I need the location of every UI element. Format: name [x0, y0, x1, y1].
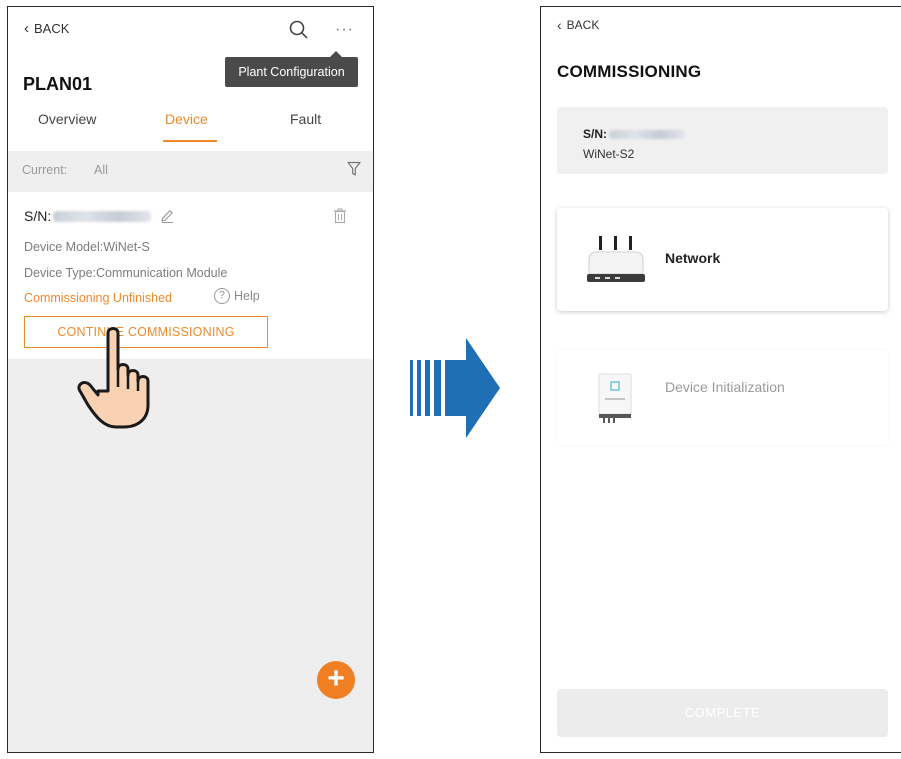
plant-configuration-tooltip[interactable]: Plant Configuration	[225, 51, 358, 87]
chevron-left-icon: ‹	[557, 17, 562, 33]
help-label: Help	[234, 289, 260, 303]
more-icon[interactable]: ···	[335, 21, 354, 39]
back-label: BACK	[34, 21, 70, 36]
back-label: BACK	[566, 18, 600, 32]
network-option-label: Network	[665, 250, 721, 266]
serial-label: S/N:	[24, 208, 52, 224]
serial-number-redacted	[609, 129, 685, 139]
serial-number-redacted	[53, 210, 152, 222]
complete-button[interactable]: COMPLETE	[557, 689, 888, 737]
arrow-right-icon	[410, 338, 500, 438]
add-device-button[interactable]: +	[317, 661, 355, 699]
network-option[interactable]: Network	[557, 208, 888, 311]
page-title: PLAN01	[23, 74, 93, 94]
device-initialization-label: Device Initialization	[665, 379, 785, 395]
filter-current-value: All	[94, 163, 108, 177]
page-title: COMMISSIONING	[557, 62, 702, 81]
left-phone-screen: ‹ BACK ··· Plant Configuration PLAN01 Ov…	[7, 6, 374, 753]
device-serial: S/N:	[583, 127, 685, 141]
back-button[interactable]: ‹ BACK	[24, 21, 69, 36]
tab-bar: Overview Device Fault	[8, 111, 373, 145]
help-link[interactable]: ? Help	[214, 288, 260, 304]
serial-label: S/N:	[583, 127, 607, 141]
back-button[interactable]: ‹ BACK	[557, 17, 599, 33]
device-model: WiNet-S2	[583, 147, 635, 161]
trash-icon[interactable]	[333, 208, 347, 224]
device-initialization-option[interactable]: Device Initialization	[557, 350, 888, 445]
right-phone-screen: ‹ BACK COMMISSIONING S/N: WiNet-S2 Netwo…	[540, 6, 901, 753]
tab-device[interactable]: Device	[165, 111, 208, 127]
device-model: Device Model:WiNet-S	[24, 240, 150, 254]
left-header: ‹ BACK ··· Plant Configuration PLAN01 Ov…	[8, 7, 373, 189]
edit-icon[interactable]	[159, 208, 175, 224]
filter-bar: Current: All	[8, 151, 373, 189]
search-icon[interactable]	[288, 19, 310, 41]
active-tab-indicator	[163, 140, 217, 142]
device-serial: S/N:	[24, 208, 175, 224]
router-icon	[587, 236, 645, 282]
device-info-card: S/N: WiNet-S2	[557, 107, 888, 174]
tab-fault[interactable]: Fault	[290, 111, 321, 127]
filter-icon[interactable]	[347, 161, 361, 177]
device-type: Device Type:Communication Module	[24, 266, 228, 280]
help-icon: ?	[214, 288, 230, 304]
inverter-icon	[598, 373, 632, 423]
filter-current-label: Current:	[22, 163, 68, 177]
commissioning-status: Commissioning Unfinished	[24, 291, 172, 305]
tab-overview[interactable]: Overview	[38, 111, 96, 127]
chevron-left-icon: ‹	[24, 20, 29, 37]
pointing-hand-icon	[77, 327, 150, 429]
device-card[interactable]: S/N: Device Model:WiNet-S Device Type:Co…	[8, 192, 373, 359]
